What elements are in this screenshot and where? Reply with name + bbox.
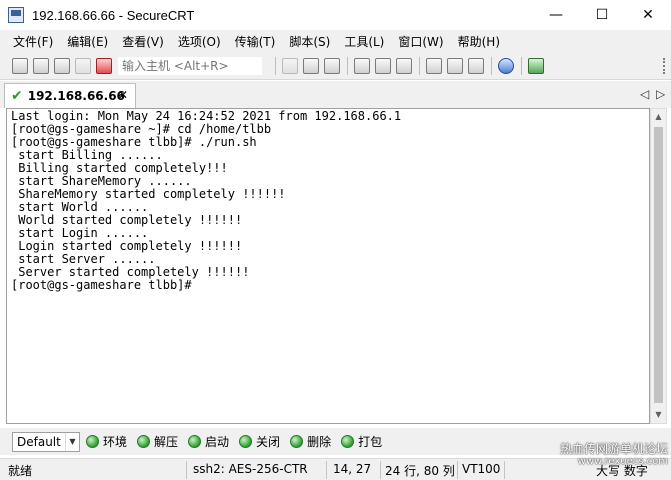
toolbar-separator: [347, 56, 348, 75]
terminal-output[interactable]: Last login: Mon May 24 16:24:52 2021 fro…: [6, 108, 650, 424]
scrollbar-thumb[interactable]: [654, 127, 663, 403]
scroll-down-icon[interactable]: ▼: [651, 407, 666, 423]
window-controls: — ☐ ✕: [533, 0, 671, 30]
terminal-scrollbar[interactable]: ▲ ▼: [650, 108, 667, 424]
start-button[interactable]: 启动: [188, 433, 229, 450]
toolbar-separator: [419, 56, 420, 75]
quick-connect-icon[interactable]: [33, 57, 49, 74]
session-options-icon[interactable]: [426, 57, 442, 74]
status-divider: [186, 461, 187, 479]
toolbar-grip[interactable]: [663, 58, 667, 74]
status-divider: [380, 461, 381, 479]
status-divider: [326, 461, 327, 479]
green-dot-icon: [86, 435, 99, 448]
menu-tools[interactable]: 工具(L): [344, 33, 384, 50]
delete-button[interactable]: 删除: [290, 433, 331, 450]
status-terminal-size: 24 行, 80 列: [385, 464, 455, 478]
tab-close-icon[interactable]: ✕: [118, 88, 128, 102]
reconnect-icon[interactable]: [75, 57, 91, 74]
host-input[interactable]: [117, 55, 263, 76]
session-tab-bar: ✔ 192.168.66.66 ✕ ◁ ▷: [0, 81, 671, 108]
toolbar: [0, 52, 671, 80]
stop-button[interactable]: 关闭: [239, 433, 280, 450]
print-screen-icon[interactable]: [354, 57, 370, 74]
menu-script[interactable]: 脚本(S): [289, 33, 330, 50]
global-options-icon[interactable]: [447, 57, 463, 74]
watermark-line-1: 热血传网游单机论坛: [559, 442, 668, 456]
menu-edit[interactable]: 编辑(E): [67, 33, 108, 50]
menu-transfer[interactable]: 传输(T): [235, 33, 276, 50]
find-icon[interactable]: [324, 57, 340, 74]
tab-next-icon[interactable]: ▷: [656, 87, 665, 101]
print-icon[interactable]: [396, 57, 412, 74]
session-tab[interactable]: ✔ 192.168.66.66 ✕: [4, 83, 136, 108]
scroll-up-icon[interactable]: ▲: [651, 109, 666, 125]
connect-icon[interactable]: [12, 57, 28, 74]
maximize-button[interactable]: ☐: [579, 0, 625, 30]
menu-help[interactable]: 帮助(H): [458, 33, 500, 50]
copy-icon[interactable]: [282, 57, 298, 74]
window-title: 192.168.66.66 - SecureCRT: [32, 7, 195, 23]
print-selection-icon[interactable]: [375, 57, 391, 74]
status-divider: [457, 461, 458, 479]
env-button-label: 环境: [103, 435, 128, 449]
disconnect-icon[interactable]: [96, 57, 112, 74]
green-dot-icon: [137, 435, 151, 448]
extract-button-label: 解压: [154, 435, 179, 449]
green-dot-icon: [290, 435, 304, 448]
start-button-label: 启动: [205, 435, 230, 449]
sftp-icon[interactable]: [528, 57, 544, 74]
green-dot-icon: [341, 435, 355, 448]
watermark: 热血传网游单机论坛 www.rexuecs.com: [548, 442, 668, 468]
toolbar-separator: [521, 56, 522, 75]
pack-button[interactable]: 打包: [341, 433, 382, 450]
green-dot-icon: [188, 435, 202, 448]
status-cursor-position: 14, 27: [333, 462, 372, 476]
terminal-prompt: [root@gs-gameshare tlbb]#: [11, 278, 192, 292]
session-tab-label: 192.168.66.66: [27, 89, 125, 103]
status-divider: [504, 461, 505, 479]
tab-prev-icon[interactable]: ◁: [640, 87, 649, 101]
close-button[interactable]: ✕: [625, 0, 671, 30]
help-icon[interactable]: [498, 57, 514, 74]
securecrt-app-icon: [8, 7, 24, 23]
keymap-icon[interactable]: [468, 57, 484, 74]
delete-button-label: 删除: [307, 435, 332, 449]
menu-file[interactable]: 文件(F): [13, 33, 53, 50]
menu-options[interactable]: 选项(O): [178, 33, 221, 50]
toolbar-separator: [275, 56, 276, 75]
paste-icon[interactable]: [303, 57, 319, 74]
menu-window[interactable]: 窗口(W): [398, 33, 443, 50]
menu-bar: 文件(F) 编辑(E) 查看(V) 选项(O) 传输(T) 脚本(S) 工具(L…: [0, 30, 671, 52]
status-terminal-type: VT100: [462, 462, 501, 476]
menu-view[interactable]: 查看(V): [122, 33, 164, 50]
chevron-down-icon[interactable]: ▼: [65, 432, 79, 451]
connect-in-tab-icon[interactable]: [54, 57, 70, 74]
pack-button-label: 打包: [358, 435, 383, 449]
stop-button-label: 关闭: [256, 435, 281, 449]
toolbar-separator: [491, 56, 492, 75]
status-encryption: ssh2: AES-256-CTR: [193, 462, 308, 476]
green-dot-icon: [239, 435, 253, 448]
button-bar-select[interactable]: Default ▼: [12, 431, 80, 452]
title-bar: 192.168.66.66 - SecureCRT — ☐ ✕: [0, 0, 671, 30]
env-button[interactable]: 环境: [86, 433, 127, 450]
watermark-line-2: www.rexuecs.com: [577, 456, 668, 467]
minimize-button[interactable]: —: [533, 0, 579, 30]
check-icon: ✔: [11, 88, 23, 104]
button-bar-select-value: Default: [17, 434, 61, 449]
extract-button[interactable]: 解压: [137, 433, 178, 450]
status-ready: 就绪: [8, 464, 33, 478]
